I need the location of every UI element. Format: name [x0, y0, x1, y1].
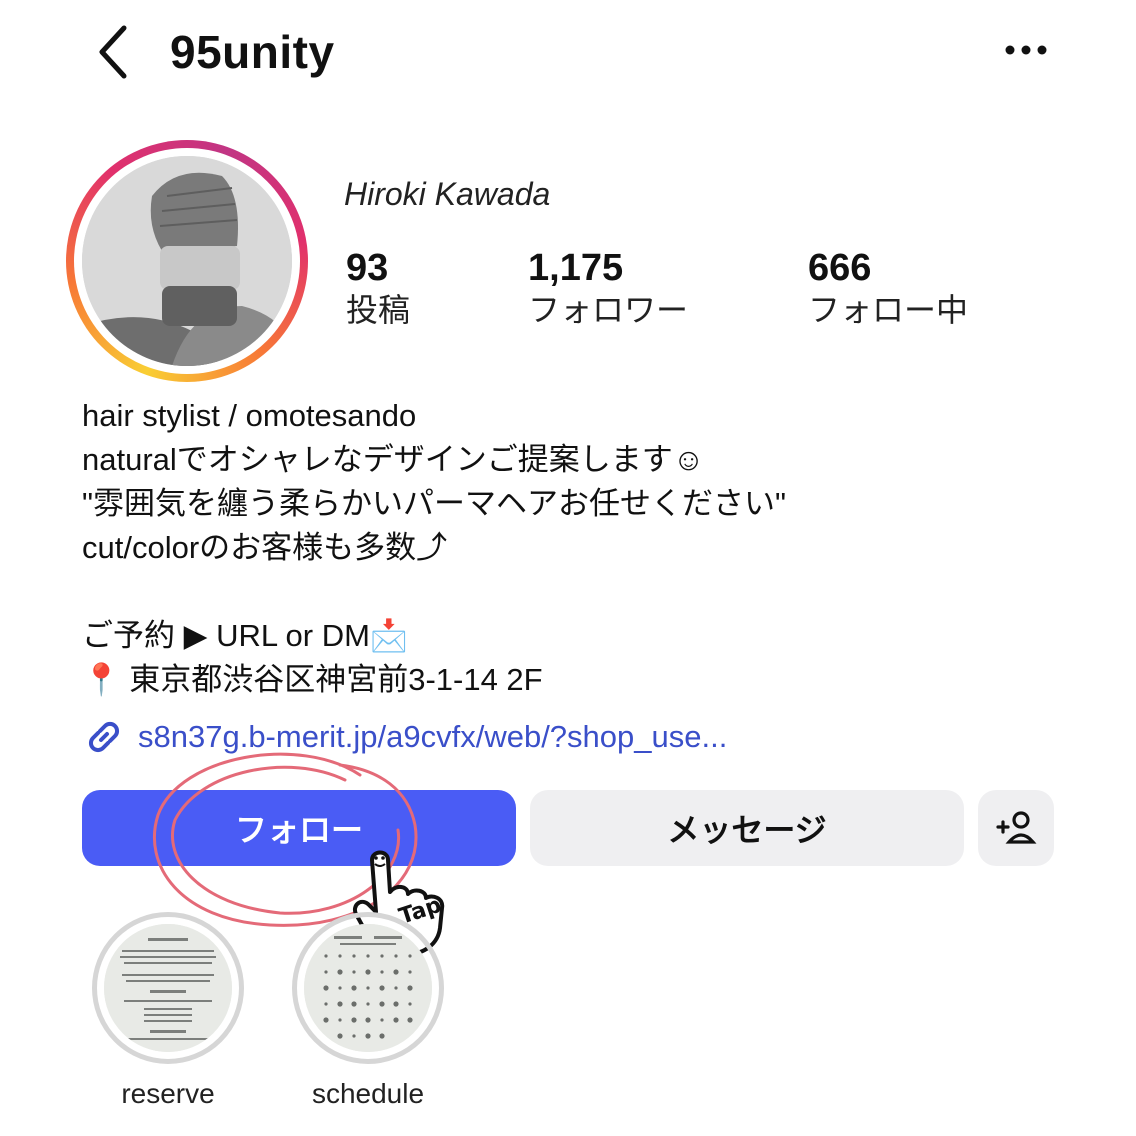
stat-value: 666 [808, 247, 872, 289]
profile-bio: hair stylist / omotesando naturalでオシャレなデ… [82, 394, 1062, 702]
add-person-icon [996, 811, 1037, 844]
profile-username: 95unity [170, 26, 335, 78]
stat-posts[interactable]: 93 投稿 [346, 246, 410, 330]
ellipsis-icon[interactable] [1000, 30, 1052, 70]
add-user-button[interactable] [978, 790, 1054, 866]
highlight-label: reserve [121, 1078, 215, 1109]
stat-label: 投稿 [346, 292, 411, 328]
bio-line [82, 570, 1062, 614]
message-button[interactable]: メッセージ [530, 790, 964, 866]
stat-followers[interactable]: 1,175 フォロワー [528, 246, 688, 330]
bio-line: "雰囲気を纏う柔らかいパーマヘアお任せください" [82, 486, 787, 521]
bio-line: naturalでオシャレなデザインご提案します☺ [82, 442, 705, 477]
avatar[interactable] [66, 140, 308, 382]
highlight-thumbnail [104, 924, 232, 1052]
avatar-photo [82, 156, 292, 366]
stat-label: フォロワー [528, 292, 689, 328]
display-name: Hiroki Kawada [344, 176, 551, 212]
highlight-reserve[interactable]: reserve [88, 912, 248, 1110]
chevron-left-icon[interactable] [90, 22, 140, 82]
highlight-thumbnail [304, 924, 432, 1052]
highlight-label: schedule [311, 1078, 425, 1109]
stat-value: 93 [346, 247, 389, 289]
stat-following[interactable]: 666 フォロー中 [808, 246, 968, 330]
bio-line: cut/colorのお客様も多数⤴ [82, 530, 448, 565]
stat-value: 1,175 [528, 247, 624, 289]
link-icon [88, 721, 120, 753]
bio-line: hair stylist / omotesando [82, 398, 417, 433]
stat-label: フォロー中 [808, 292, 969, 328]
bio-line: 📍 東京都渋谷区神宮前3-1-14 2F [82, 662, 543, 697]
highlight-schedule[interactable]: schedule [288, 912, 448, 1110]
bio-line: ご予約 ▶ URL or DM📩 [82, 618, 409, 653]
